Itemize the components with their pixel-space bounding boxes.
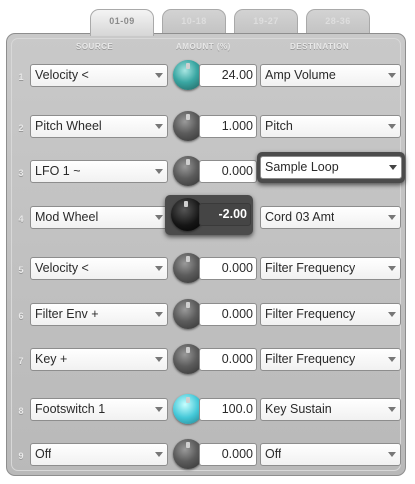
chevron-down-icon <box>155 169 163 174</box>
destination-dropdown[interactable]: Amp Volume <box>260 64 401 87</box>
source-label: Key + <box>35 352 68 366</box>
amount-control: 24.00 <box>173 60 257 90</box>
amount-field[interactable]: 0.000 <box>199 443 257 466</box>
amount-control: 100.0 <box>173 394 257 424</box>
tab-01-09[interactable]: 01-09 <box>90 9 154 36</box>
cord-number: 5 <box>18 265 24 275</box>
source-dropdown[interactable]: LFO 1 ~ <box>30 160 168 183</box>
source-dropdown[interactable]: Mod Wheel <box>30 206 168 229</box>
chevron-down-icon <box>155 452 163 457</box>
chevron-down-icon <box>388 215 396 220</box>
destination-dropdown[interactable]: Filter Frequency <box>260 303 401 326</box>
destination-dropdown[interactable]: Cord 03 Amt <box>260 206 401 229</box>
chevron-down-icon <box>155 124 163 129</box>
amount-control: 0.000 <box>173 344 257 374</box>
cord-row-1: 1 Velocity < 24.00 Amp Volume <box>0 60 415 100</box>
cord-number: 6 <box>18 311 24 321</box>
chevron-down-icon <box>388 452 396 457</box>
amount-field[interactable]: 1.000 <box>199 115 257 138</box>
destination-label: Amp Volume <box>265 68 336 82</box>
cord-row-8: 8 Footswitch 1 100.0 Key Sustain <box>0 394 415 434</box>
destination-dropdown[interactable]: Filter Frequency <box>260 348 401 371</box>
source-label: Velocity < <box>35 261 89 275</box>
source-label: Velocity < <box>35 68 89 82</box>
source-label: LFO 1 ~ <box>35 164 81 178</box>
source-label: Mod Wheel <box>35 210 99 224</box>
source-dropdown[interactable]: Pitch Wheel <box>30 115 168 138</box>
source-dropdown[interactable]: Footswitch 1 <box>30 398 168 421</box>
cord-row-7: 7 Key + 0.000 Filter Frequency <box>0 344 415 384</box>
amount-field[interactable]: -2.00 <box>199 203 251 226</box>
destination-dropdown[interactable]: Off <box>260 443 401 466</box>
amount-control-highlight: -2.00 <box>165 195 253 235</box>
chevron-down-icon <box>388 124 396 129</box>
destination-label: Filter Frequency <box>265 261 356 275</box>
destination-dropdown[interactable]: Key Sustain <box>260 398 401 421</box>
chevron-down-icon <box>155 357 163 362</box>
amount-control: 1.000 <box>173 111 257 141</box>
chevron-down-icon <box>388 73 396 78</box>
source-dropdown[interactable]: Filter Env + <box>30 303 168 326</box>
amount-field[interactable]: 0.000 <box>199 257 257 280</box>
cord-number: 1 <box>18 72 24 82</box>
source-dropdown[interactable]: Velocity < <box>30 64 168 87</box>
cord-row-2: 2 Pitch Wheel 1.000 Pitch <box>0 111 415 151</box>
chevron-down-icon <box>155 312 163 317</box>
destination-label: Pitch <box>265 119 293 133</box>
chevron-down-icon <box>388 407 396 412</box>
chevron-down-icon <box>155 215 163 220</box>
amount-field[interactable]: 24.00 <box>199 64 257 87</box>
tab-10-18[interactable]: 10-18 <box>162 9 226 34</box>
destination-label: Key Sustain <box>265 402 332 416</box>
cord-number: 3 <box>18 168 24 178</box>
source-label: Off <box>35 447 52 461</box>
destination-dropdown[interactable]: Sample Loop <box>260 156 402 179</box>
chevron-down-icon <box>388 312 396 317</box>
source-label: Filter Env + <box>35 307 99 321</box>
amount-field[interactable]: 100.0 <box>199 398 257 421</box>
amount-field[interactable]: 0.000 <box>199 160 257 183</box>
destination-dropdown-highlight: Sample Loop <box>257 152 405 183</box>
chevron-down-icon <box>155 407 163 412</box>
chevron-down-icon <box>389 165 397 170</box>
cord-row-5: 5 Velocity < 0.000 Filter Frequency <box>0 253 415 293</box>
destination-label: Off <box>265 447 282 461</box>
cord-row-6: 6 Filter Env + 0.000 Filter Frequency <box>0 299 415 339</box>
amount-field[interactable]: 0.000 <box>199 348 257 371</box>
amount-control: 0.000 <box>173 299 257 329</box>
source-label: Footswitch 1 <box>35 402 106 416</box>
source-dropdown[interactable]: Velocity < <box>30 257 168 280</box>
source-column-header: SOURCE <box>76 42 114 51</box>
cord-number: 7 <box>18 356 24 366</box>
destination-dropdown[interactable]: Pitch <box>260 115 401 138</box>
cord-row-9: 9 Off 0.000 Off <box>0 439 415 479</box>
destination-label: Cord 03 Amt <box>265 210 335 224</box>
amount-control: 0.000 <box>173 253 257 283</box>
destination-label: Sample Loop <box>265 160 339 174</box>
tab-19-27[interactable]: 19-27 <box>234 9 298 34</box>
destination-dropdown[interactable]: Filter Frequency <box>260 257 401 280</box>
amount-column-header: AMOUNT (%) <box>176 42 231 51</box>
tab-28-36[interactable]: 28-36 <box>306 9 370 34</box>
source-dropdown[interactable]: Off <box>30 443 168 466</box>
amount-control: 0.000 <box>173 439 257 469</box>
cord-number: 9 <box>18 451 24 461</box>
source-label: Pitch Wheel <box>35 119 102 133</box>
amount-control: 0.000 <box>173 156 257 186</box>
destination-label: Filter Frequency <box>265 352 356 366</box>
chevron-down-icon <box>388 266 396 271</box>
chevron-down-icon <box>155 266 163 271</box>
chevron-down-icon <box>155 73 163 78</box>
amount-field[interactable]: 0.000 <box>199 303 257 326</box>
destination-label: Filter Frequency <box>265 307 356 321</box>
source-dropdown[interactable]: Key + <box>30 348 168 371</box>
chevron-down-icon <box>388 357 396 362</box>
destination-column-header: DESTINATION <box>290 42 350 51</box>
cord-number: 2 <box>18 123 24 133</box>
cord-number: 4 <box>18 214 24 224</box>
cord-number: 8 <box>18 406 24 416</box>
